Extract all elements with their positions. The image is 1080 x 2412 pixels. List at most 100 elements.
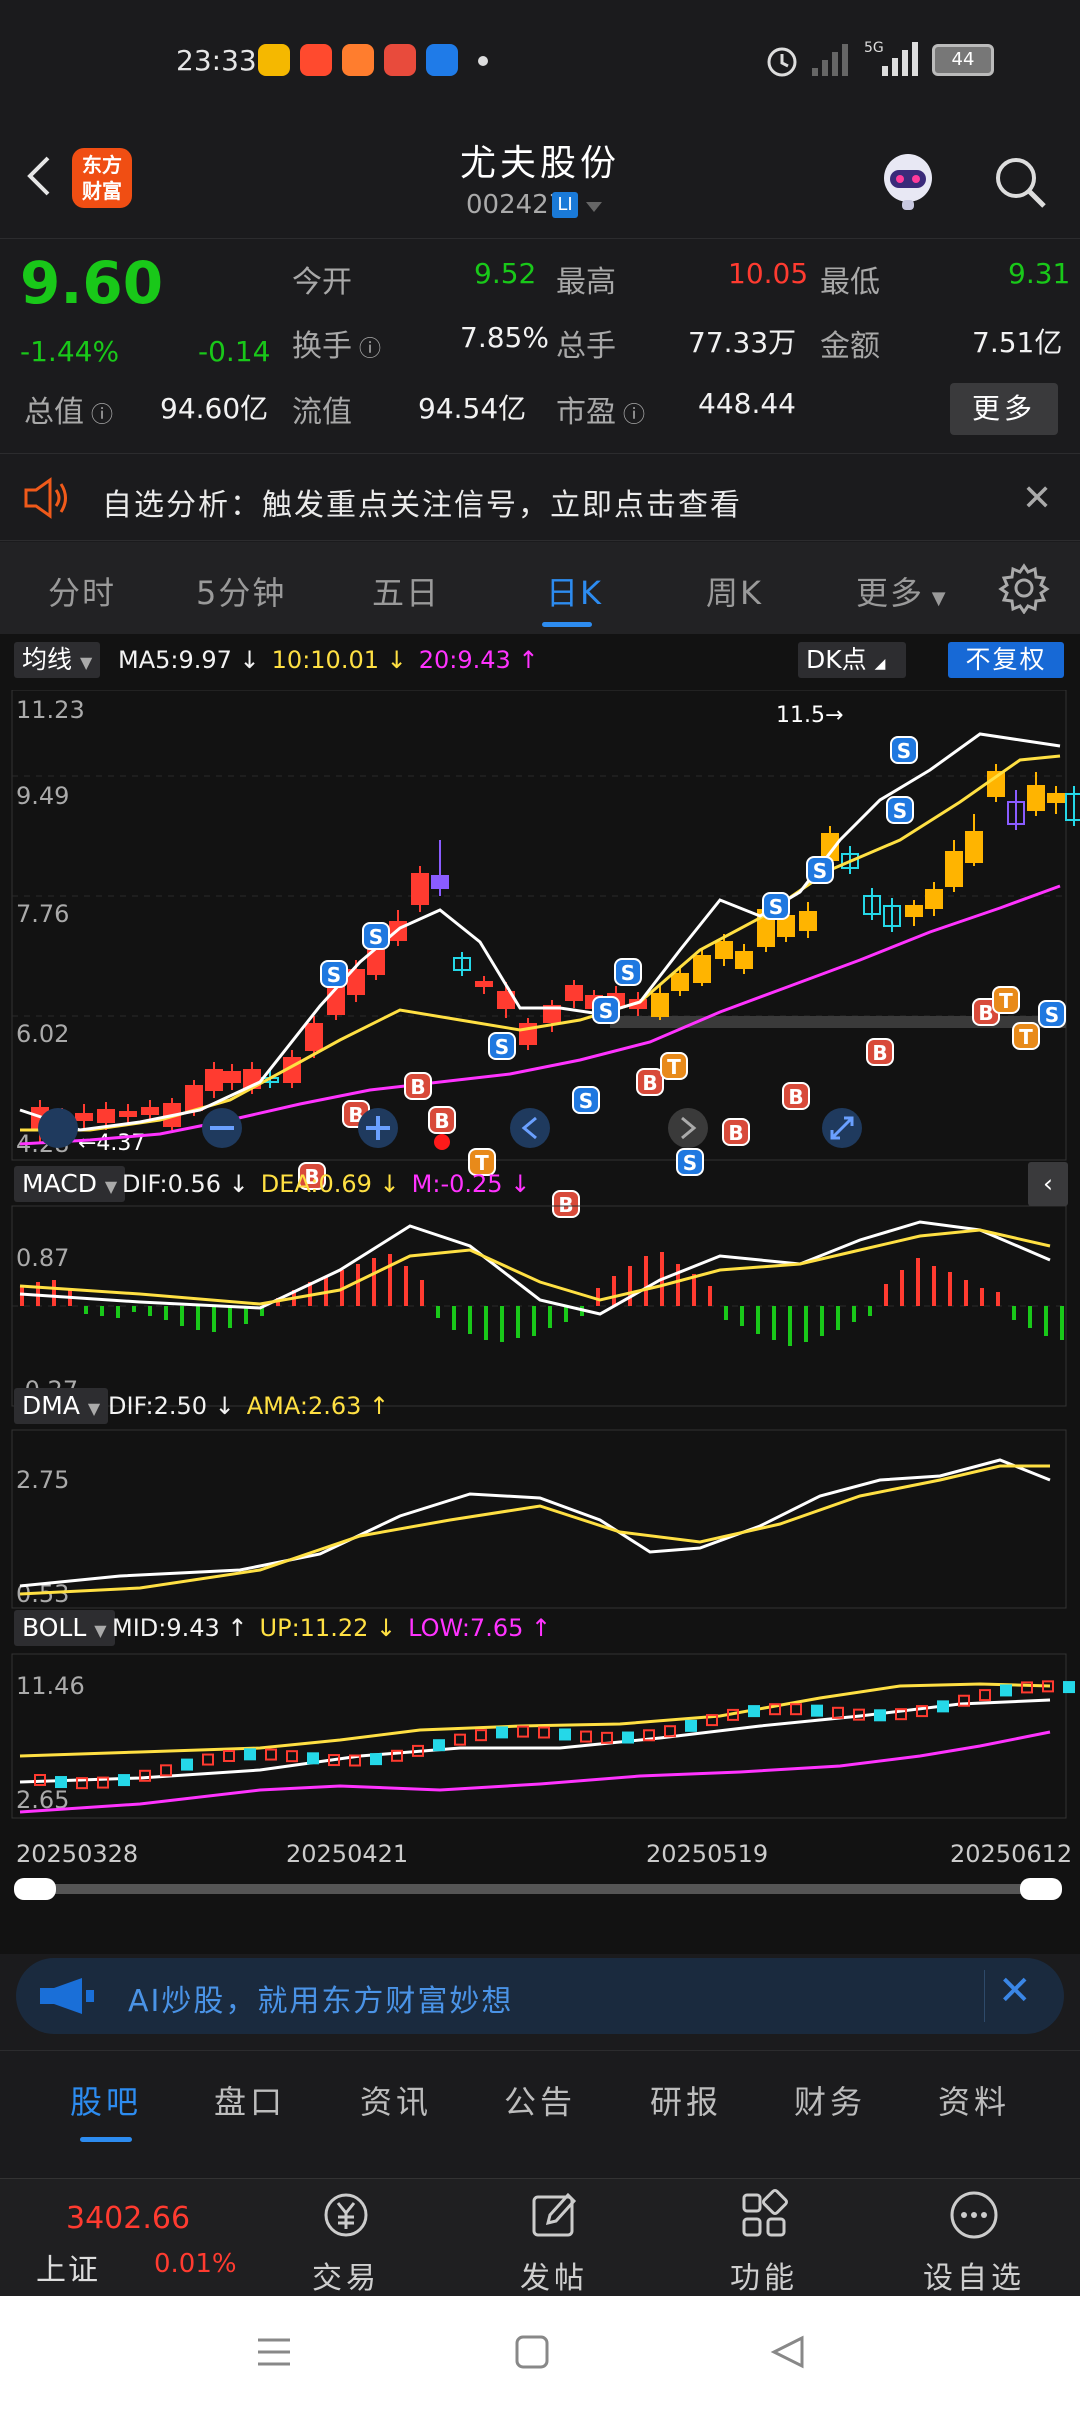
close-icon[interactable]: ✕	[1022, 478, 1052, 519]
zoom-out-button[interactable]	[38, 1108, 78, 1148]
nav-watchlist[interactable]: 设自选	[884, 2179, 1064, 2297]
macd-bar	[196, 1306, 200, 1330]
scrollbar-right-handle[interactable]	[1020, 1878, 1062, 1900]
tab-profile[interactable]: 资料	[938, 2077, 1010, 2123]
mktcap-value: 94.60亿	[160, 392, 269, 425]
tab-announcements[interactable]: 公告	[504, 2077, 576, 2123]
boll-selector[interactable]: BOLL ▼	[14, 1610, 115, 1646]
candle-body	[799, 911, 817, 931]
tab-daily-k[interactable]: 日K	[546, 568, 603, 614]
tab-intraday[interactable]: 分时	[48, 568, 116, 614]
bs-marker-letter: S	[599, 999, 613, 1023]
macd-selector[interactable]: MACD ▼	[14, 1166, 126, 1202]
y-label-3: 7.76	[16, 900, 69, 928]
macd-bar	[100, 1306, 104, 1316]
app-notification-icon	[342, 44, 374, 76]
ma-selector[interactable]: 均线 ▼	[14, 642, 101, 678]
macd-bar	[228, 1306, 232, 1328]
adjust-selector[interactable]: 不复权	[948, 642, 1064, 678]
candle-body	[97, 1109, 115, 1123]
app-notification-icon	[258, 44, 290, 76]
macd-bar	[820, 1306, 824, 1336]
tab-guba[interactable]: 股吧	[70, 2077, 142, 2123]
boll-candle	[160, 1764, 172, 1777]
macd-bar	[180, 1306, 184, 1326]
search-icon[interactable]	[990, 152, 1050, 212]
macd-bar	[436, 1306, 440, 1318]
macd-bar	[948, 1272, 952, 1306]
robot-assistant-icon[interactable]	[872, 144, 944, 216]
macd-bar	[420, 1280, 424, 1306]
more-button[interactable]: 更多	[950, 383, 1058, 435]
current-price: 9.60	[20, 249, 164, 317]
index-value: 3402.66	[66, 2201, 191, 2236]
tab-research[interactable]: 研报	[650, 2077, 722, 2123]
tab-5day[interactable]: 五日	[372, 568, 440, 614]
ai-banner[interactable]: AI炒股，就用东方财富妙想 ✕	[16, 1958, 1064, 2034]
stock-code[interactable]: 002427	[466, 190, 565, 220]
boll-candle	[874, 1709, 886, 1722]
menu-icon[interactable]	[256, 2334, 292, 2370]
macd-bar	[980, 1288, 984, 1306]
bs-marker-letter: S	[369, 925, 383, 949]
dma-y-top: 2.75	[16, 1466, 69, 1494]
signal-banner[interactable]: 自选分析：触发重点关注信号，立即点击查看 ✕	[0, 453, 1080, 541]
ma5-line	[19, 732, 1061, 1132]
index-ticker[interactable]: 3402.66 上证 0.01%	[0, 2179, 240, 2297]
macd-bar	[20, 1286, 24, 1306]
tab-5min[interactable]: 5分钟	[196, 568, 286, 614]
dk-point-selector[interactable]: DK点 ◢	[798, 642, 906, 678]
bs-marker-letter: S	[327, 963, 341, 987]
macd-bar	[900, 1270, 904, 1306]
boll-candle	[370, 1753, 382, 1766]
boll-candle	[433, 1739, 445, 1752]
turnover-label[interactable]: 换手 ⓘ	[292, 321, 381, 365]
chart-scrollbar[interactable]	[18, 1884, 1060, 1894]
open-value: 9.52	[474, 257, 537, 290]
more-notifications-dot	[478, 56, 488, 66]
megaphone-icon	[40, 1978, 94, 2014]
tab-finance[interactable]: 财务	[794, 2077, 866, 2123]
close-icon[interactable]: ✕	[998, 1968, 1032, 2014]
home-icon[interactable]	[514, 2334, 550, 2370]
dropdown-icon[interactable]	[584, 200, 604, 214]
scrollbar-left-handle[interactable]	[14, 1878, 56, 1900]
bs-marker-letter: T	[667, 1055, 681, 1079]
y-label-2: 9.49	[16, 782, 69, 810]
macd-bar	[772, 1306, 776, 1340]
mktcap-label[interactable]: 总值 ⓘ	[24, 387, 113, 431]
tab-more[interactable]: 更多 ▼	[856, 568, 948, 614]
macd-bar	[916, 1258, 920, 1306]
boll-candle	[790, 1703, 802, 1716]
macd-bar	[612, 1276, 616, 1306]
collapse-panel-icon[interactable]: ‹	[1028, 1162, 1068, 1206]
tab-news[interactable]: 资讯	[360, 2077, 432, 2123]
boll-candle	[664, 1725, 676, 1738]
yuan-circle-icon	[324, 2193, 368, 2237]
dma-selector[interactable]: DMA ▼	[14, 1388, 109, 1424]
macd-bar	[1028, 1306, 1032, 1328]
nav-post[interactable]: 发帖	[464, 2179, 644, 2297]
candle-body	[945, 851, 963, 887]
tab-weekly-k[interactable]: 周K	[706, 568, 763, 614]
market-tag: LI	[552, 192, 578, 218]
macd-bar	[884, 1284, 888, 1306]
index-name: 上证	[36, 2253, 100, 2288]
boll-candle	[454, 1733, 466, 1746]
candle-body	[141, 1107, 159, 1115]
back-nav-icon[interactable]	[770, 2334, 806, 2370]
tab-underline	[80, 2137, 132, 2142]
nav-trade[interactable]: 交易	[256, 2179, 436, 2297]
tab-pankou[interactable]: 盘口	[214, 2077, 286, 2123]
nav-functions[interactable]: 功能	[674, 2179, 854, 2297]
bs-marker-letter: B	[978, 1001, 993, 1025]
scroll-right-icon[interactable]	[668, 1108, 708, 1148]
macd-bar	[676, 1264, 680, 1306]
pe-label[interactable]: 市盈 ⓘ	[556, 387, 645, 431]
bs-marker-letter: S	[813, 859, 827, 883]
quote-panel: 9.60 -1.44% -0.14 今开 9.52 最高 10.05 最低 9.…	[0, 238, 1080, 453]
scroll-left-icon[interactable]	[510, 1108, 550, 1148]
divider	[984, 1970, 985, 2022]
settings-gear-icon[interactable]	[998, 562, 1050, 614]
chart-area[interactable]: 均线 ▼ MA5:9.97 ↓ 10:10.01 ↓ 20:9.43 ↑ DK点 ◢…	[0, 634, 1080, 1954]
